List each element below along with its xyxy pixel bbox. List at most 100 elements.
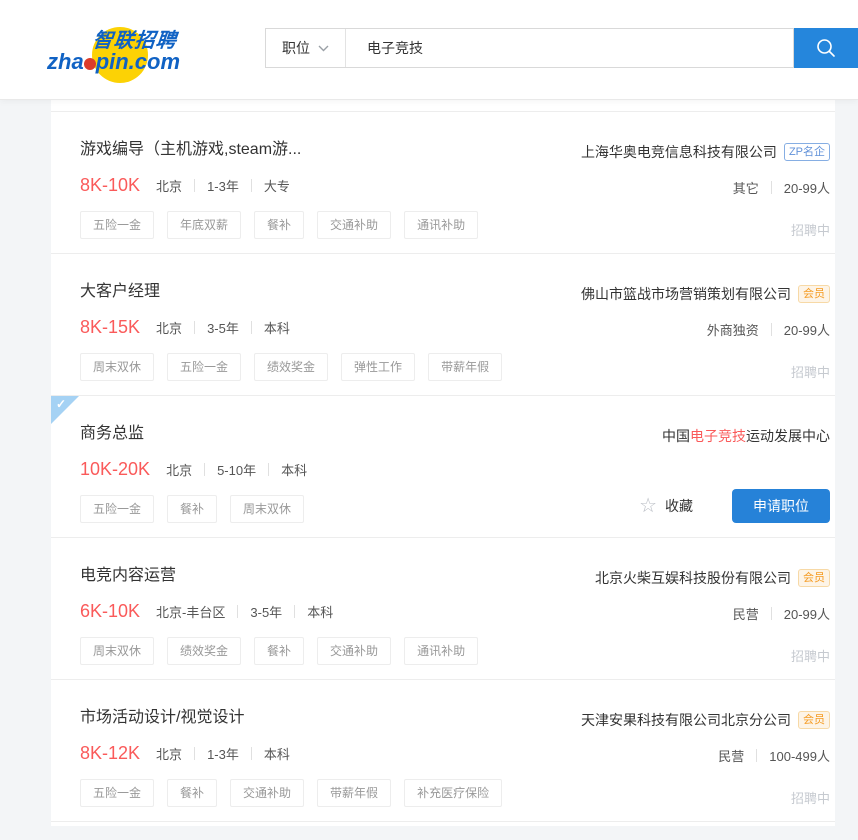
benefit-tag: 交通补助 [317, 211, 391, 239]
hiring-status: 招聘中 [791, 220, 830, 239]
benefit-tag: 带薪年假 [428, 353, 502, 381]
zhaopin-logo[interactable]: 智联招聘 zhapin.com [45, 22, 205, 84]
logo-text-pre: zha [47, 49, 84, 74]
divider [194, 179, 195, 192]
job-salary: 8K-15K [80, 317, 140, 338]
company-name[interactable]: 中国电子竞技运动发展中心 [662, 426, 830, 446]
collect-label: 收藏 [665, 496, 693, 516]
benefit-tag: 年底双薪 [167, 211, 241, 239]
job-title[interactable]: 电竞内容运营 [80, 565, 478, 587]
job-salary: 10K-20K [80, 459, 150, 480]
job-salary: 8K-12K [80, 743, 140, 764]
divider [194, 747, 195, 760]
job-experience: 5-10年 [217, 460, 256, 479]
site-header: 智联招聘 zhapin.com 职位 [0, 0, 858, 100]
benefit-tag: 通讯补助 [404, 211, 478, 239]
benefit-tag: 五险一金 [80, 211, 154, 239]
company-info-line: 外商独资 20-99人 [707, 320, 830, 338]
divider [237, 605, 238, 618]
benefit-tag: 交通补助 [317, 637, 391, 665]
company-type: 民营 [718, 746, 744, 765]
job-listing-row[interactable]: 电竞内容运营 6K-10K 北京-丰台区 3-5年 本科 周末双休 绩效奖金 餐… [51, 537, 835, 679]
logo-latin-text: zha pin.com [47, 49, 180, 75]
job-benefit-tags: 周末双休 五险一金 绩效奖金 弹性工作 带薪年假 [80, 353, 502, 381]
benefit-tag: 餐补 [254, 211, 304, 239]
benefit-tag: 五险一金 [80, 779, 154, 807]
job-listing-row[interactable]: 游戏编导（主机游戏,steam游... 8K-10K 北京 1-3年 大专 五险… [51, 111, 835, 253]
job-education: 本科 [264, 744, 290, 763]
job-salary: 8K-10K [80, 175, 140, 196]
job-location: 北京 [156, 744, 182, 763]
company-info-line: 民营 20-99人 [733, 604, 830, 622]
company-size: 20-99人 [784, 604, 830, 623]
job-title[interactable]: 市场活动设计/视觉设计 [80, 707, 502, 729]
collect-button[interactable]: ☆ 收藏 [639, 496, 693, 516]
benefit-tag: 周末双休 [230, 495, 304, 523]
hiring-status: 招聘中 [791, 646, 830, 665]
divider [756, 749, 757, 762]
job-benefit-tags: 五险一金 餐补 周末双休 [80, 495, 307, 523]
logo-red-dot-icon [84, 58, 96, 70]
hiring-status: 招聘中 [791, 788, 830, 807]
company-name-part: 运动发展中心 [746, 428, 830, 444]
member-badge: 会员 [798, 711, 830, 729]
benefit-tag: 绩效奖金 [167, 637, 241, 665]
divider [294, 605, 295, 618]
member-badge: 会员 [798, 569, 830, 587]
search-input[interactable] [346, 29, 793, 67]
benefit-tag: 绩效奖金 [254, 353, 328, 381]
job-location: 北京-丰台区 [156, 602, 225, 621]
search-box: 职位 [265, 28, 794, 68]
job-salary-line: 6K-10K 北京-丰台区 3-5年 本科 [80, 598, 478, 624]
job-location: 北京 [156, 318, 182, 337]
job-title[interactable]: 大客户经理 [80, 281, 502, 303]
selected-check-icon: ✓ [51, 396, 79, 424]
benefit-tag: 带薪年假 [317, 779, 391, 807]
benefit-tag: 弹性工作 [341, 353, 415, 381]
benefit-tag: 补充医疗保险 [404, 779, 502, 807]
divider [251, 747, 252, 760]
job-education: 本科 [281, 460, 307, 479]
search-category-label: 职位 [282, 38, 310, 58]
job-listing-row[interactable]: 大客户经理 8K-15K 北京 3-5年 本科 周末双休 五险一金 绩效奖金 弹… [51, 253, 835, 395]
job-title[interactable]: 商务总监 [80, 423, 307, 445]
job-title[interactable]: 游戏编导（主机游戏,steam游... [80, 139, 478, 161]
search-category-dropdown[interactable]: 职位 [266, 29, 346, 67]
benefit-tag: 五险一金 [80, 495, 154, 523]
hiring-status: 招聘中 [791, 362, 830, 381]
job-education: 本科 [307, 602, 333, 621]
zp-famous-badge: ZP名企 [784, 143, 830, 161]
divider [771, 323, 772, 336]
search-icon [815, 37, 837, 59]
company-name[interactable]: 天津安果科技有限公司北京分公司 [581, 710, 791, 730]
job-listing-row-selected[interactable]: ✓ 商务总监 10K-20K 北京 5-10年 本科 五险一金 餐补 周末双休 … [51, 395, 835, 537]
job-salary-line: 10K-20K 北京 5-10年 本科 [80, 456, 307, 482]
job-location: 北京 [166, 460, 192, 479]
search-button[interactable] [794, 28, 858, 68]
company-name[interactable]: 北京火柴互娱科技股份有限公司 [595, 568, 791, 588]
search-bar: 职位 [265, 28, 858, 68]
benefit-tag: 通讯补助 [404, 637, 478, 665]
job-benefit-tags: 五险一金 餐补 交通补助 带薪年假 补充医疗保险 [80, 779, 502, 807]
benefit-tag: 餐补 [167, 779, 217, 807]
benefit-tag: 餐补 [254, 637, 304, 665]
apply-job-button[interactable]: 申请职位 [732, 489, 830, 523]
job-benefit-tags: 五险一金 年底双薪 餐补 交通补助 通讯补助 [80, 211, 478, 239]
list-bottom-divider [51, 821, 835, 826]
company-name[interactable]: 上海华奥电竞信息科技有限公司 [581, 142, 777, 162]
company-name[interactable]: 佛山市篮战市场营销策划有限公司 [581, 284, 791, 304]
benefit-tag: 周末双休 [80, 637, 154, 665]
divider [251, 321, 252, 334]
member-badge: 会员 [798, 285, 830, 303]
company-info-line: 其它 20-99人 [733, 178, 830, 196]
chevron-down-icon [318, 45, 329, 52]
star-icon: ☆ [639, 496, 657, 516]
company-size: 20-99人 [784, 320, 830, 339]
job-experience: 3-5年 [207, 318, 239, 337]
logo-text-post: pin.com [96, 49, 180, 74]
company-info-line: 民营 100-499人 [718, 746, 830, 764]
job-listing-row[interactable]: 市场活动设计/视觉设计 8K-12K 北京 1-3年 本科 五险一金 餐补 交通… [51, 679, 835, 821]
job-experience: 1-3年 [207, 176, 239, 195]
company-size: 100-499人 [769, 746, 830, 765]
benefit-tag: 周末双休 [80, 353, 154, 381]
